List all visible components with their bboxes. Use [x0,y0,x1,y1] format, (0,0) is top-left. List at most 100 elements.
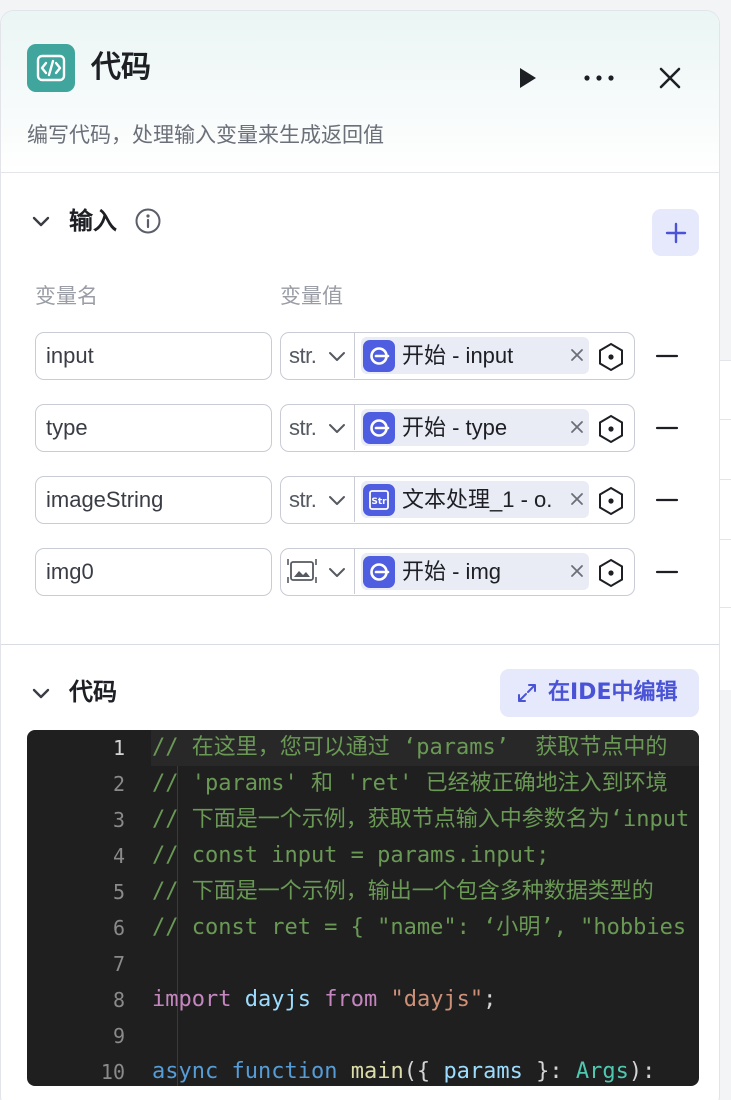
edit-in-ide-label: 在IDE中编辑 [548,680,678,705]
line-number: 10 [100,1060,125,1084]
line-number: 5 [112,880,125,904]
remove-row-icon[interactable] [653,560,681,584]
variable-select-icon[interactable] [595,341,627,373]
text-process-node-icon: Str [363,484,395,516]
more-dots-icon [584,75,614,81]
code-line: 1 // 在这里，您可以通过 ‘params’ 获取节点中的 [27,730,699,766]
type-select[interactable] [281,549,355,594]
code-text: // 下面是一个示例，获取节点输入中参数名为‘input [152,807,690,832]
panel-header: 代码 编写代码，处理输入变量来生成返回值 [1,11,719,173]
variable-select-icon[interactable] [595,557,627,589]
chevron-down-icon [32,216,50,227]
code-node-icon [27,44,75,92]
variable-select-icon[interactable] [595,485,627,517]
variable-value-field: str. 开始 - type [280,404,635,452]
close-button[interactable] [650,58,690,98]
reference-label: 开始 - input [402,343,514,368]
remove-row-icon[interactable] [653,488,681,512]
reference-label: 开始 - img [402,559,502,584]
remove-row-icon[interactable] [653,344,681,368]
line-number: 1 [112,736,125,760]
type-select[interactable]: str. [281,333,355,378]
input-section-title: 输入 [69,207,117,235]
type-label: str. [289,415,317,440]
code-text: // const input = params.input; [152,843,550,868]
line-number: 6 [112,916,125,940]
line-number: 8 [112,988,125,1012]
code-line: 10 async function main({ params }: Args): [27,1054,699,1086]
code-line: 7 [27,946,699,982]
remove-reference-icon[interactable] [565,415,589,439]
reference-label: 开始 - type [402,415,508,440]
chevron-down-icon [32,688,50,699]
code-line: 5 // 下面是一个示例，输出一个包含多种数据类型的 [27,874,699,910]
info-icon[interactable] [134,207,162,235]
remove-reference-icon[interactable] [565,559,589,583]
chevron-down-icon [329,424,345,433]
variable-value-field: str. Str 文本处理_1 - o. [280,476,635,524]
input-variable-row: img0 开始 - img [1,548,719,598]
background-canvas-edge [720,360,731,690]
start-node-icon [363,340,395,372]
input-variable-row: input str. 开始 - input [1,332,719,382]
svg-text:Str: Str [371,497,387,507]
line-number: 7 [112,952,125,976]
chevron-down-icon [329,352,345,361]
type-select[interactable]: str. [281,405,355,450]
variable-reference-tag[interactable]: Str 文本处理_1 - o. [361,481,589,518]
variable-name-input[interactable]: imageString [35,476,272,524]
chevron-down-icon [329,496,345,505]
code-text: // 在这里，您可以通过 ‘params’ 获取节点中的 [151,730,699,766]
variable-name-input[interactable]: img0 [35,548,272,596]
variable-value-field: str. 开始 - input [280,332,635,380]
remove-reference-icon[interactable] [565,487,589,511]
code-section-title: 代码 [69,678,117,706]
expand-icon [518,684,536,702]
type-label: str. [289,343,317,368]
code-line: 6 // const ret = { "name": ‘小明’, "hobbies [27,910,699,946]
type-label: str. [289,487,317,512]
code-text: // const ret = { "name": ‘小明’, "hobbies [152,915,687,940]
input-section-header[interactable]: 输入 [1,191,719,251]
code-text: // 下面是一个示例，输出一个包含多种数据类型的 [152,879,654,904]
more-button[interactable] [579,58,619,98]
code-text: // 'params' 和 'ret' 已经被正确地注入到环境 [152,771,668,796]
line-number: 4 [112,844,125,868]
variable-reference-tag[interactable]: 开始 - type [361,409,589,446]
column-header-name: 变量名 [35,284,98,308]
variable-name-input[interactable]: type [35,404,272,452]
panel-description: 编写代码，处理输入变量来生成返回值 [27,123,384,147]
run-button[interactable] [507,58,547,98]
variable-reference-tag[interactable]: 开始 - input [361,337,589,374]
input-variable-row: type str. 开始 - type [1,404,719,454]
remove-row-icon[interactable] [653,416,681,440]
code-line: 2 // 'params' 和 'ret' 已经被正确地注入到环境 [27,766,699,802]
canvas: 代码 编写代码，处理输入变量来生成返回值 输入 变量名 变量值 input st… [0,0,731,1100]
code-node-panel: 代码 编写代码，处理输入变量来生成返回值 输入 变量名 变量值 input st… [0,10,720,1100]
variable-reference-tag[interactable]: 开始 - img [361,553,589,590]
variable-select-icon[interactable] [595,413,627,445]
code-line: 3 // 下面是一个示例，获取节点输入中参数名为‘input [27,802,699,838]
line-number: 3 [112,808,125,832]
close-icon [659,67,681,89]
code-text: async function main({ params }: Args): [152,1059,656,1084]
line-number: 9 [112,1024,125,1048]
type-select[interactable]: str. [281,477,355,522]
code-line: 9 [27,1018,699,1054]
remove-reference-icon[interactable] [565,343,589,367]
panel-title: 代码 [91,50,151,85]
add-input-button[interactable] [652,209,699,256]
play-icon [520,68,536,88]
column-header-value: 变量值 [280,284,343,308]
input-variable-row: imageString str. Str 文本处理_1 - o. [1,476,719,526]
variable-name-input[interactable]: input [35,332,272,380]
code-line: 4 // const input = params.input; [27,838,699,874]
edit-in-ide-button[interactable]: 在IDE中编辑 [500,669,699,717]
code-editor[interactable]: 1 // 在这里，您可以通过 ‘params’ 获取节点中的 2 // 'params… [27,730,699,1086]
image-type-icon [287,558,317,588]
code-line: 8 import dayjs from "dayjs"; [27,982,699,1018]
line-number: 2 [112,772,125,796]
start-node-icon [363,412,395,444]
reference-label: 文本处理_1 - o. [402,487,553,512]
code-text: import dayjs from "dayjs"; [152,987,497,1012]
